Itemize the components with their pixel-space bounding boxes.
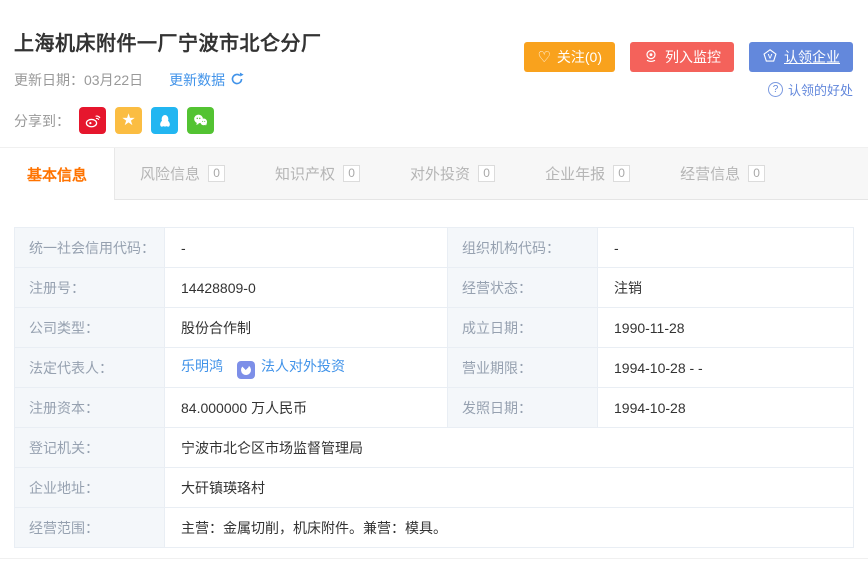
- tab-label: 经营信息: [680, 163, 740, 184]
- tab-count-badge: 0: [748, 165, 765, 182]
- row-label: 企业地址：: [15, 468, 165, 508]
- row-label: 注册资本：: [15, 388, 165, 428]
- row-label: 成立日期：: [448, 308, 598, 348]
- share-row: 分享到： ★: [14, 107, 853, 134]
- tab-intellectual-property[interactable]: 知识产权 0: [250, 148, 385, 199]
- row-value: 注销: [598, 268, 854, 308]
- row-label: 组织机构代码：: [448, 228, 598, 268]
- tab-label: 基本信息: [27, 164, 87, 185]
- weibo-icon[interactable]: [79, 107, 106, 134]
- tab-bar: 基本信息 风险信息 0 知识产权 0 对外投资 0 企业年报 0 经营信息 0: [0, 147, 868, 200]
- row-label: 经营范围：: [15, 508, 165, 548]
- monitor-button-label: 列入监控: [665, 47, 721, 67]
- row-label: 注册号：: [15, 268, 165, 308]
- claim-benefits-label: 认领的好处: [788, 80, 853, 99]
- heart-icon: ♡: [537, 50, 550, 65]
- tab-count-badge: 0: [208, 165, 225, 182]
- row-value: 股份合作制: [165, 308, 448, 348]
- update-date-label: 更新日期：: [14, 70, 84, 90]
- qq-icon[interactable]: [151, 107, 178, 134]
- header-actions: ♡ 关注(0) 列入监控 V: [524, 42, 853, 72]
- claim-benefits-link[interactable]: ? 认领的好处: [768, 80, 853, 99]
- table-row: 注册号： 14428809-0 经营状态： 注销: [15, 268, 854, 308]
- claim-button-label: 认领企业: [784, 47, 840, 67]
- pentagon-v-icon: V: [762, 48, 778, 67]
- row-value: 1994-10-28: [598, 388, 854, 428]
- row-label: 公司类型：: [15, 308, 165, 348]
- row-value: 主营：金属切削，机床附件。兼营：模具。: [165, 508, 854, 548]
- tab-count-badge: 0: [613, 165, 630, 182]
- tab-business-info[interactable]: 经营信息 0: [655, 148, 790, 199]
- tab-count-badge: 0: [478, 165, 495, 182]
- row-label: 营业期限：: [448, 348, 598, 388]
- row-value: 大矸镇瑛珞村: [165, 468, 854, 508]
- refresh-data-label: 更新数据: [169, 70, 225, 90]
- update-date: 03月22日: [84, 70, 143, 90]
- share-label: 分享到：: [14, 111, 70, 131]
- row-label: 法定代表人：: [15, 348, 165, 388]
- row-value: -: [165, 228, 448, 268]
- refresh-icon: [230, 72, 244, 89]
- row-label: 统一社会信用代码：: [15, 228, 165, 268]
- table-row: 注册资本： 84.000000 万人民币 发照日期： 1994-10-28: [15, 388, 854, 428]
- tab-outbound-investment[interactable]: 对外投资 0: [385, 148, 520, 199]
- row-value: 乐明鸿 法人对外投资: [165, 348, 448, 388]
- webcam-icon: [643, 48, 659, 67]
- basic-info-table: 统一社会信用代码： - 组织机构代码： - 注册号： 14428809-0 经营…: [14, 227, 854, 548]
- table-row: 统一社会信用代码： - 组织机构代码： -: [15, 228, 854, 268]
- bottom-divider: [0, 558, 868, 559]
- company-profile-page: 上海机床附件一厂宁波市北仑分厂 更新日期：03月22日 更新数据 分享到：: [0, 0, 868, 565]
- row-value: -: [598, 228, 854, 268]
- row-value: 1990-11-28: [598, 308, 854, 348]
- page-header: 上海机床附件一厂宁波市北仑分厂 更新日期：03月22日 更新数据 分享到：: [0, 0, 868, 147]
- tab-label: 企业年报: [545, 163, 605, 184]
- qzone-icon[interactable]: ★: [115, 107, 142, 134]
- follow-button-label: 关注(0): [557, 47, 602, 67]
- row-label: 经营状态：: [448, 268, 598, 308]
- tab-label: 知识产权: [275, 163, 335, 184]
- row-value: 14428809-0: [165, 268, 448, 308]
- legal-representative-link[interactable]: 乐明鸿: [181, 358, 223, 374]
- row-label: 发照日期：: [448, 388, 598, 428]
- svg-text:V: V: [768, 53, 773, 60]
- table-row: 法定代表人： 乐明鸿 法人对外投资 营业期限： 1994-10-28 - -: [15, 348, 854, 388]
- row-value: 宁波市北仑区市场监督管理局: [165, 428, 854, 468]
- tab-count-badge: 0: [343, 165, 360, 182]
- tab-label: 对外投资: [410, 163, 470, 184]
- wechat-icon[interactable]: [187, 107, 214, 134]
- update-row: 更新日期：03月22日 更新数据: [14, 70, 853, 90]
- claim-button[interactable]: V 认领企业: [749, 42, 853, 72]
- tab-basic-info[interactable]: 基本信息: [0, 148, 115, 200]
- legal-person-investment-link[interactable]: 法人对外投资: [261, 358, 345, 374]
- monitor-button[interactable]: 列入监控: [630, 42, 734, 72]
- follow-button[interactable]: ♡ 关注(0): [524, 42, 615, 72]
- pie-chart-icon[interactable]: [237, 361, 255, 379]
- table-row: 公司类型： 股份合作制 成立日期： 1990-11-28: [15, 308, 854, 348]
- table-row: 经营范围： 主营：金属切削，机床附件。兼营：模具。: [15, 508, 854, 548]
- row-value: 84.000000 万人民币: [165, 388, 448, 428]
- table-row: 企业地址： 大矸镇瑛珞村: [15, 468, 854, 508]
- row-label: 登记机关：: [15, 428, 165, 468]
- table-row: 登记机关： 宁波市北仑区市场监督管理局: [15, 428, 854, 468]
- row-value: 1994-10-28 - -: [598, 348, 854, 388]
- tab-annual-report[interactable]: 企业年报 0: [520, 148, 655, 199]
- refresh-data-link[interactable]: 更新数据: [169, 70, 244, 90]
- tab-risk-info[interactable]: 风险信息 0: [115, 148, 250, 199]
- tab-label: 风险信息: [140, 163, 200, 184]
- question-circle-icon: ?: [768, 82, 783, 97]
